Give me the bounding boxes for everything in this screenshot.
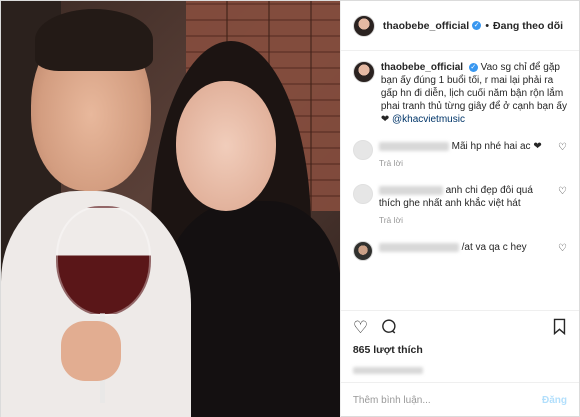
timestamp-blurred bbox=[341, 356, 579, 382]
hand bbox=[61, 321, 121, 381]
comment-like-icon[interactable]: ♡ bbox=[558, 243, 567, 254]
comment-item: Mãi hp nhé hai ac ❤ Trả lời ♡ bbox=[352, 140, 567, 170]
comment-like-icon[interactable]: ♡ bbox=[558, 186, 567, 197]
comment-text: Mãi hp nhé hai ac ❤ bbox=[451, 141, 542, 152]
verified-icon: ✓ bbox=[472, 21, 482, 30]
comment-like-icon[interactable]: ♡ bbox=[558, 142, 567, 153]
wine-glass bbox=[56, 206, 151, 316]
add-comment-bar: Thêm bình luận... Đăng bbox=[340, 382, 579, 417]
commenter-username-blurred[interactable] bbox=[378, 185, 443, 195]
commenter-avatar[interactable] bbox=[352, 184, 373, 204]
comments-list[interactable]: thaobebe_official ✓ Vao sg chỉ để gặp bạ… bbox=[341, 51, 579, 310]
reply-link[interactable]: Trả lời bbox=[379, 157, 549, 170]
caption-body: thaobebe_official ✓ Vao sg chỉ để gặp bạ… bbox=[381, 61, 567, 126]
comment-input[interactable]: Thêm bình luận... bbox=[353, 395, 431, 406]
likes-count[interactable]: 865 lượt thích bbox=[341, 344, 579, 356]
post-header: thaobebe_official ✓ • Đang theo dõi bbox=[340, 1, 579, 51]
woman-face bbox=[176, 81, 276, 211]
bookmark-icon[interactable] bbox=[552, 318, 567, 338]
mention-link[interactable]: @khacvietmusic bbox=[392, 114, 465, 125]
verified-icon: ✓ bbox=[468, 62, 478, 72]
comment-content: /at va qa c hey bbox=[378, 241, 549, 261]
reply-link[interactable]: Trả lời bbox=[379, 214, 549, 227]
heart-icon[interactable]: ♡ bbox=[353, 319, 368, 336]
caption-avatar[interactable] bbox=[352, 61, 375, 83]
separator-dot: • bbox=[485, 19, 490, 32]
commenter-username-blurred[interactable] bbox=[378, 141, 449, 151]
commenter-avatar[interactable] bbox=[352, 140, 373, 160]
comment-content: anh chi đẹp đôi quá thích ghe nhất anh k… bbox=[378, 184, 549, 227]
instagram-post: thaobebe_official ✓ • Đang theo dõi thao… bbox=[0, 0, 580, 417]
post-comment-button[interactable]: Đăng bbox=[542, 395, 567, 406]
comment-item: anh chi đẹp đôi quá thích ghe nhất anh k… bbox=[352, 184, 567, 227]
comment-item: /at va qa c hey ♡ bbox=[352, 241, 567, 261]
commenter-avatar[interactable] bbox=[352, 241, 373, 261]
post-photo[interactable] bbox=[1, 1, 340, 417]
caption: thaobebe_official ✓ Vao sg chỉ để gặp bạ… bbox=[352, 61, 567, 126]
header-username[interactable]: thaobebe_official bbox=[383, 20, 469, 32]
following-button[interactable]: Đang theo dõi bbox=[493, 20, 563, 32]
comment-text: /at va qa c hey bbox=[461, 242, 527, 253]
post-side-panel: thaobebe_official ✓ • Đang theo dõi thao… bbox=[339, 1, 579, 417]
caption-username[interactable]: thaobebe_official bbox=[381, 62, 463, 73]
comment-content: Mãi hp nhé hai ac ❤ Trả lời bbox=[378, 140, 549, 170]
action-bar: ♡ bbox=[340, 310, 579, 344]
commenter-username-blurred[interactable] bbox=[378, 242, 459, 252]
man-hair bbox=[35, 9, 153, 71]
avatar[interactable] bbox=[352, 14, 375, 37]
comment-icon[interactable] bbox=[380, 318, 397, 338]
